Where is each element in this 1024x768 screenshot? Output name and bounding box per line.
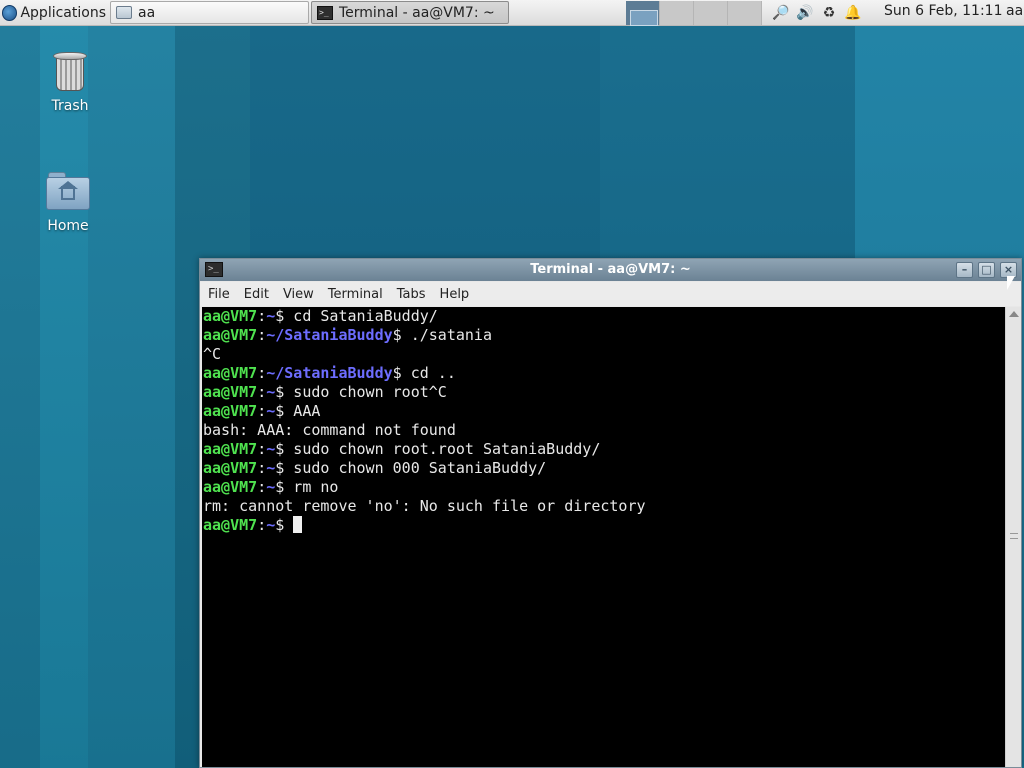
terminal-command: $: [275, 516, 294, 534]
workspace-4[interactable]: [728, 1, 762, 25]
terminal-line: bash: AAA: command not found: [203, 421, 1005, 440]
folder-icon: [116, 6, 132, 19]
desktop-icon-label: Home: [47, 218, 89, 234]
terminal-command: $ AAA: [275, 402, 321, 420]
desktop-icon-home[interactable]: Home: [28, 172, 108, 234]
prompt-separator: :: [257, 440, 267, 458]
xfce-logo-icon: [2, 5, 18, 21]
terminal-line: aa@VM7:~/SataniaBuddy$ ./satania: [203, 326, 1005, 345]
menu-terminal[interactable]: Terminal: [321, 287, 390, 302]
workspace-switcher: [626, 1, 762, 26]
prompt-user-host: aa@VM7: [203, 402, 258, 420]
terminal-output-text: bash: AAA: command not found: [203, 421, 456, 439]
terminal-command: $ rm no: [275, 478, 339, 496]
mouse-pointer-icon: [1007, 276, 1015, 290]
menu-bar: File Edit View Terminal Tabs Help: [200, 282, 1021, 306]
prompt-path: ~: [266, 383, 276, 401]
terminal-command: $ sudo chown root.root SataniaBuddy/: [275, 440, 601, 458]
terminal-command: $ cd ..: [392, 364, 456, 382]
prompt-separator: :: [257, 402, 267, 420]
terminal-line: aa@VM7:~$ AAA: [203, 402, 1005, 421]
prompt-user-host: aa@VM7: [203, 383, 258, 401]
volume-icon[interactable]: 🔊: [796, 4, 814, 22]
prompt-path: ~: [266, 402, 276, 420]
terminal-line: aa@VM7:~$: [203, 516, 1005, 535]
scrollbar-grip[interactable]: [1010, 533, 1018, 539]
prompt-user-host: aa@VM7: [203, 364, 258, 382]
prompt-separator: :: [257, 383, 267, 401]
terminal-line: ^C: [203, 345, 1005, 364]
terminal-line: aa@VM7:~$ cd SataniaBuddy/: [203, 307, 1005, 326]
user-menu[interactable]: aa: [1006, 3, 1023, 19]
terminal-output-text: rm: cannot remove 'no': No such file or …: [203, 497, 646, 515]
home-folder-icon: [46, 172, 90, 210]
prompt-separator: :: [257, 516, 267, 534]
prompt-separator: :: [257, 459, 267, 477]
desktop-icon-trash[interactable]: Trash: [30, 52, 110, 114]
terminal-output[interactable]: aa@VM7:~$ cd SataniaBuddy/aa@VM7:~/Satan…: [202, 307, 1005, 767]
prompt-separator: :: [257, 326, 267, 344]
prompt-path: ~/SataniaBuddy: [266, 364, 393, 382]
terminal-command: $ sudo chown 000 SataniaBuddy/: [275, 459, 547, 477]
taskbar-item-file-manager[interactable]: aa: [110, 1, 309, 24]
window-title: Terminal - aa@VM7: ~: [530, 262, 691, 277]
workspace-1[interactable]: [626, 1, 660, 26]
workspace-2[interactable]: [660, 1, 694, 25]
maximize-button[interactable]: □: [978, 262, 995, 278]
system-tray: 🔎 🔊 ♻ 🔔: [772, 3, 862, 23]
prompt-user-host: aa@VM7: [203, 326, 258, 344]
prompt-user-host: aa@VM7: [203, 459, 258, 477]
menu-view[interactable]: View: [276, 287, 321, 302]
taskbar-item-label: Terminal - aa@VM7: ~: [339, 4, 495, 21]
menu-tabs[interactable]: Tabs: [390, 287, 433, 302]
update-notifier-icon[interactable]: ♻: [820, 4, 838, 22]
prompt-path: ~: [266, 459, 276, 477]
prompt-separator: :: [257, 307, 267, 325]
terminal-icon: >_: [317, 5, 333, 20]
prompt-path: ~: [266, 516, 276, 534]
terminal-line: aa@VM7:~$ rm no: [203, 478, 1005, 497]
terminal-line: rm: cannot remove 'no': No such file or …: [203, 497, 1005, 516]
terminal-command: $ sudo chown root^C: [275, 383, 447, 401]
taskbar-item-terminal[interactable]: >_ Terminal - aa@VM7: ~: [311, 1, 509, 24]
menu-edit[interactable]: Edit: [237, 287, 276, 302]
trash-icon: [53, 52, 87, 92]
prompt-path: ~/SataniaBuddy: [266, 326, 393, 344]
menu-help[interactable]: Help: [433, 287, 477, 302]
search-icon[interactable]: 🔎: [772, 4, 790, 22]
prompt-user-host: aa@VM7: [203, 516, 258, 534]
terminal-line: aa@VM7:~$ sudo chown 000 SataniaBuddy/: [203, 459, 1005, 478]
prompt-separator: :: [257, 478, 267, 496]
prompt-user-host: aa@VM7: [203, 307, 258, 325]
terminal-scrollbar[interactable]: [1005, 307, 1021, 767]
workspace-3[interactable]: [694, 1, 728, 25]
terminal-output-text: ^C: [203, 345, 222, 363]
prompt-path: ~: [266, 440, 276, 458]
prompt-path: ~: [266, 307, 276, 325]
terminal-line: aa@VM7:~/SataniaBuddy$ cd ..: [203, 364, 1005, 383]
applications-menu-button[interactable]: Applications: [2, 2, 106, 24]
terminal-cursor: [293, 516, 303, 533]
terminal-command: $ ./satania: [392, 326, 492, 344]
window-titlebar[interactable]: >_ Terminal - aa@VM7: ~ – □ ×: [200, 259, 1021, 281]
terminal-command: $ cd SataniaBuddy/: [275, 307, 438, 325]
notification-bell-icon[interactable]: 🔔: [844, 4, 862, 22]
prompt-separator: :: [257, 364, 267, 382]
terminal-line: aa@VM7:~$ sudo chown root.root SataniaBu…: [203, 440, 1005, 459]
clock[interactable]: Sun 6 Feb, 11:11: [884, 3, 1002, 19]
terminal-window: >_ Terminal - aa@VM7: ~ – □ × File Edit …: [199, 258, 1022, 768]
taskbar-item-label: aa: [138, 4, 156, 21]
terminal-icon[interactable]: >_: [205, 262, 223, 277]
prompt-user-host: aa@VM7: [203, 440, 258, 458]
minimize-button[interactable]: –: [956, 262, 973, 278]
desktop-icon-label: Trash: [51, 98, 89, 114]
prompt-user-host: aa@VM7: [203, 478, 258, 496]
terminal-line: aa@VM7:~$ sudo chown root^C: [203, 383, 1005, 402]
applications-label: Applications: [20, 5, 106, 21]
menu-file[interactable]: File: [200, 287, 237, 302]
top-panel: Applications aa >_ Terminal - aa@VM7: ~ …: [0, 0, 1024, 26]
prompt-path: ~: [266, 478, 276, 496]
scroll-up-arrow-icon[interactable]: [1009, 311, 1019, 317]
